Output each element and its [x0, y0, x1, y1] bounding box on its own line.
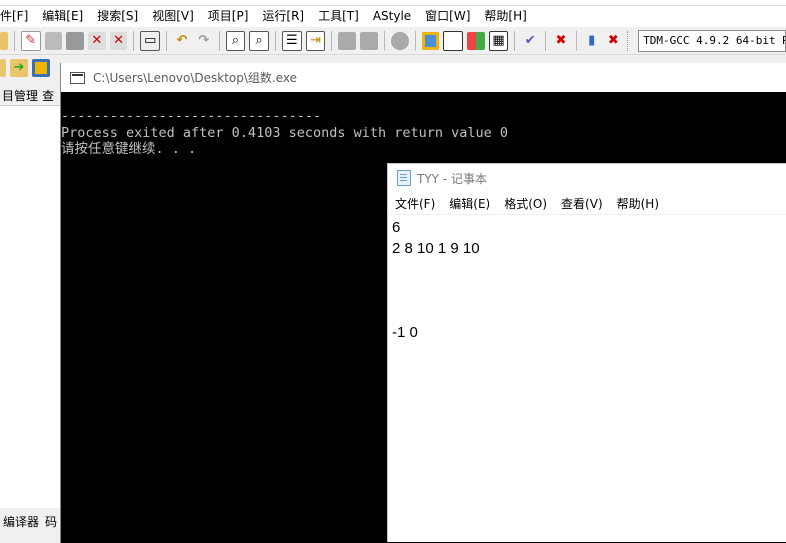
redo-icon[interactable]: ↷ — [195, 32, 213, 50]
text-line — [392, 280, 786, 301]
bookmark-icon[interactable]: ⇥ — [305, 30, 326, 51]
project-panel — [0, 105, 60, 508]
close-icon[interactable]: ✕ — [88, 31, 106, 50]
tile-icon[interactable] — [466, 31, 485, 50]
text-line: 2 8 10 1 9 10 — [392, 240, 480, 257]
text-line: -1 0 — [392, 324, 418, 341]
tab-project-manager[interactable]: 目管理 — [0, 87, 40, 104]
tab-resources[interactable]: 码 — [42, 513, 60, 530]
undo-icon[interactable]: ↶ — [173, 32, 191, 50]
toolbar-separator — [514, 30, 516, 51]
notepad-menu-help[interactable]: 帮助(H) — [610, 195, 666, 212]
toolbar-separator — [383, 30, 385, 51]
window-icon[interactable] — [443, 30, 463, 51]
goto-icon[interactable]: ☰ — [281, 30, 302, 51]
menu-project[interactable]: 项目[P] — [201, 6, 256, 27]
notepad-menubar: 文件(F) 编辑(E) 格式(O) 查看(V) 帮助(H) — [388, 192, 786, 215]
tab-class-browser[interactable]: 查 — [40, 87, 56, 104]
profile-icon[interactable]: ✖ — [605, 32, 623, 50]
print-icon[interactable]: ▭ — [140, 30, 161, 51]
ide-toolbar: ✎ ✕ ✕ ▭ ↶ ↷ ⌕ ⌕ ☰ ⇥ ▦ ✔ ✖ ▮ ✖ TDM-GCC 4.… — [0, 27, 786, 55]
toolbar-separator — [13, 30, 15, 51]
notepad-text-area[interactable]: 6 2 8 10 1 9 10 -1 0 — [388, 215, 786, 343]
console-line: -------------------------------- — [61, 108, 322, 124]
toolbar-separator — [414, 30, 416, 51]
debug-icon[interactable] — [32, 59, 50, 77]
bottom-tabs: 编译器 码 — [0, 510, 60, 532]
notepad-icon — [397, 170, 411, 186]
toolbar-separator — [166, 30, 168, 51]
project-tabs: 目管理 查 — [0, 85, 60, 105]
menu-tools[interactable]: 工具[T] — [311, 6, 366, 27]
console-line: 请按任意键继续. . . — [61, 141, 197, 157]
notepad-menu-format[interactable]: 格式(O) — [497, 195, 554, 212]
menu-run[interactable]: 运行[R] — [255, 6, 311, 27]
notepad-menu-edit[interactable]: 编辑(E) — [442, 195, 497, 212]
notepad-title: TYY - 记事本 — [417, 171, 487, 186]
ide-menubar: 件[F] 编辑[E] 搜索[S] 视图[V] 项目[P] 运行[R] 工具[T]… — [0, 6, 786, 27]
toolbar-separator — [545, 30, 547, 51]
menu-view[interactable]: 视图[V] — [145, 6, 201, 27]
menu-astyle[interactable]: AStyle — [366, 6, 418, 27]
new-icon[interactable]: ✎ — [20, 30, 41, 51]
compiler-select[interactable]: TDM-GCC 4.9.2 64-bit Release — [638, 29, 786, 52]
toolbar-separator — [275, 30, 276, 51]
unindent-icon[interactable] — [360, 31, 378, 50]
find-icon[interactable]: ⌕ — [225, 30, 246, 51]
check-icon[interactable]: ✔ — [521, 32, 539, 50]
toolbar-separator — [218, 30, 220, 51]
indent-icon[interactable] — [338, 31, 357, 50]
text-line — [392, 259, 786, 280]
save-all-icon[interactable] — [66, 31, 85, 50]
comment-icon[interactable] — [390, 31, 409, 50]
console-line: Process exited after 0.4103 seconds with… — [61, 124, 509, 141]
open-icon[interactable] — [0, 31, 8, 50]
chart-icon[interactable]: ▮ — [583, 32, 601, 50]
tab-compiler[interactable]: 编译器 — [0, 513, 42, 530]
save-icon[interactable] — [44, 31, 63, 50]
notepad-titlebar[interactable]: TYY - 记事本 — [388, 164, 786, 192]
console-title: C:\Users\Lenovo\Desktop\组数.exe — [93, 71, 298, 85]
menu-edit[interactable]: 编辑[E] — [35, 6, 90, 27]
layout-icon[interactable] — [421, 31, 440, 50]
grid-icon[interactable]: ▦ — [488, 30, 509, 51]
text-line: 6 — [392, 219, 401, 236]
menu-help[interactable]: 帮助[H] — [477, 6, 533, 27]
notepad-menu-file[interactable]: 文件(F) — [388, 195, 442, 212]
console-output: -------------------------------- Process… — [61, 92, 786, 158]
compile-run-icon[interactable]: ➜ — [10, 59, 28, 77]
notepad-window[interactable]: TYY - 记事本 文件(F) 编辑(E) 格式(O) 查看(V) 帮助(H) … — [387, 163, 786, 542]
close-all-icon[interactable]: ✕ — [109, 31, 128, 50]
menu-search[interactable]: 搜索[S] — [90, 6, 145, 27]
toolbar-grip — [627, 30, 631, 51]
console-app-icon — [70, 71, 85, 84]
menu-window[interactable]: 窗口[W] — [418, 6, 477, 27]
toolbar-separator — [133, 30, 135, 51]
toolbar-separator — [575, 30, 577, 51]
notepad-menu-view[interactable]: 查看(V) — [554, 195, 610, 212]
menu-file[interactable]: 件[F] — [0, 6, 35, 27]
toolbar-separator — [331, 30, 333, 51]
open-icon[interactable] — [0, 59, 6, 77]
console-titlebar[interactable]: C:\Users\Lenovo\Desktop\组数.exe — [61, 63, 786, 92]
ide-toolbar-secondary: ➜ — [0, 55, 60, 81]
delete-icon[interactable]: ✖ — [552, 32, 570, 50]
replace-icon[interactable]: ⌕ — [249, 30, 269, 51]
text-line — [392, 301, 786, 322]
